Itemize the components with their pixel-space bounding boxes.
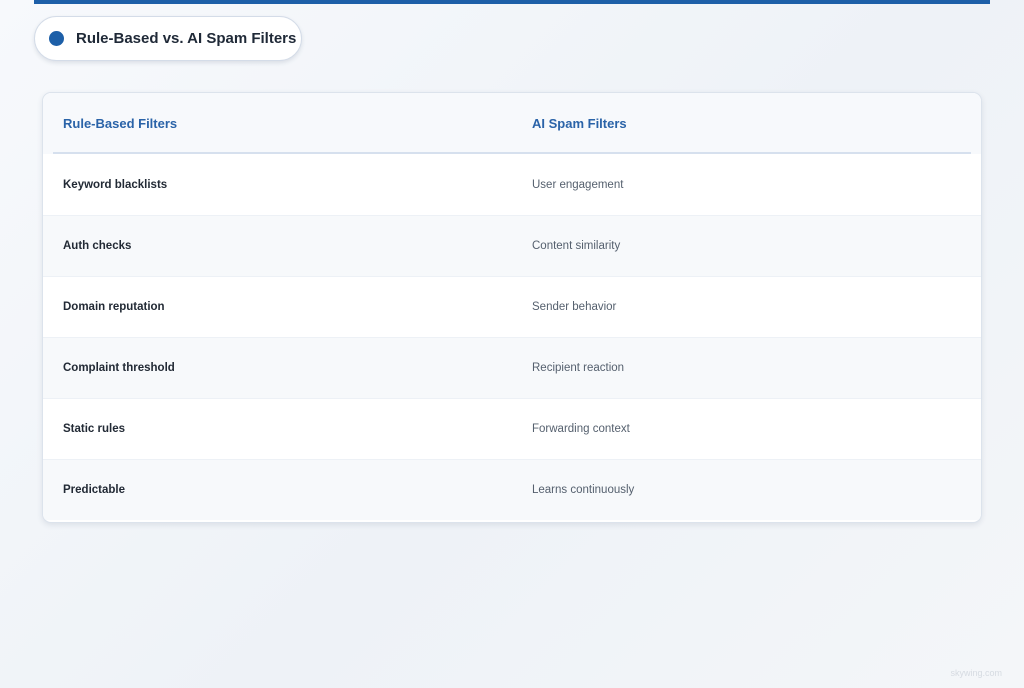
table-row: Keyword blacklists User engagement (43, 154, 981, 215)
rule-based-cell: Predictable (63, 484, 125, 496)
column-header-ai: AI Spam Filters (532, 116, 627, 131)
ai-cell: Recipient reaction (532, 362, 625, 374)
table-header: Rule-Based Filters AI Spam Filters (43, 93, 981, 154)
comparison-table: Rule-Based Filters AI Spam Filters Keywo… (42, 92, 982, 523)
table-row: Complaint threshold Recipient reaction (43, 337, 981, 398)
table-row: Static rules Forwarding context (43, 398, 981, 459)
bullet-dot-icon (49, 31, 64, 46)
ai-cell: User engagement (532, 179, 624, 191)
page-title: Rule-Based vs. AI Spam Filters (76, 30, 297, 47)
table-row: Auth checks Content similarity (43, 215, 981, 276)
rule-based-cell: Auth checks (63, 240, 132, 252)
ai-cell: Content similarity (532, 240, 621, 252)
column-header-rule-based: Rule-Based Filters (63, 116, 178, 131)
rule-based-cell: Complaint threshold (63, 362, 175, 374)
watermark: skywing.com (950, 668, 1002, 678)
rule-based-cell: Keyword blacklists (63, 179, 168, 191)
rule-based-cell: Domain reputation (63, 301, 165, 313)
table-row: Domain reputation Sender behavior (43, 276, 981, 337)
ai-cell: Forwarding context (532, 423, 630, 435)
title-badge: Rule-Based vs. AI Spam Filters (34, 16, 302, 61)
table-row: Predictable Learns continuously (43, 459, 981, 520)
ai-cell: Learns continuously (532, 484, 635, 496)
ai-cell: Sender behavior (532, 301, 617, 313)
top-accent-bar (34, 0, 990, 4)
rule-based-cell: Static rules (63, 423, 125, 435)
